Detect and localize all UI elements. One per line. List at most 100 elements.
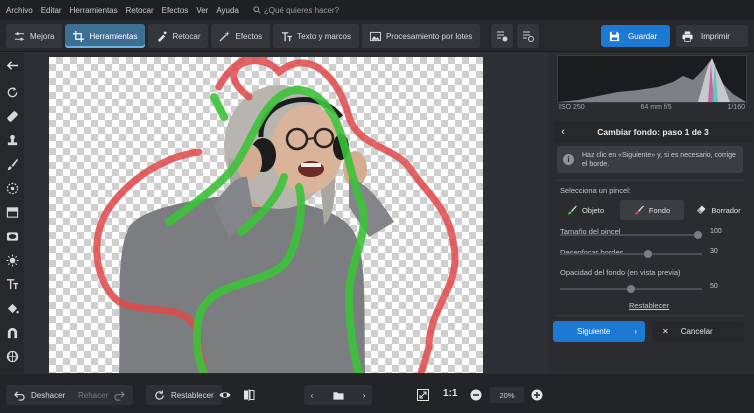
menu-ayuda[interactable]: Ayuda bbox=[216, 6, 239, 15]
compare-icon bbox=[244, 389, 255, 401]
info-icon: i bbox=[563, 154, 574, 165]
panel-back-button[interactable]: ‹ bbox=[553, 126, 573, 138]
brush-size-slider[interactable] bbox=[560, 231, 702, 239]
panel-title: Cambiar fondo: paso 1 de 3 bbox=[597, 127, 709, 137]
menu-archivo[interactable]: Archivo bbox=[6, 6, 33, 15]
folder-icon[interactable] bbox=[332, 390, 344, 401]
menu-search[interactable]: ¿Qué quieres hacer? bbox=[253, 6, 339, 15]
paint-bucket-icon bbox=[7, 303, 19, 313]
brush-select-label: Selecciona un pincel: bbox=[560, 186, 631, 195]
radial-icon bbox=[6, 182, 18, 194]
brush-tool[interactable] bbox=[3, 155, 21, 173]
add-to-queue-button[interactable] bbox=[491, 24, 513, 48]
bg-opacity-label: Opacidad del fondo (en vista previa) bbox=[560, 268, 681, 277]
clone-stamp-tool[interactable] bbox=[3, 131, 21, 149]
prev-image-button[interactable]: ‹ bbox=[311, 391, 314, 400]
zoom-out-icon bbox=[470, 389, 482, 401]
fill-tool[interactable] bbox=[3, 299, 21, 317]
history-button[interactable] bbox=[517, 24, 539, 48]
brush-eraser-label: Borrador bbox=[711, 205, 741, 215]
menu-ver[interactable]: Ver bbox=[196, 6, 208, 15]
zoom-value[interactable]: 20% bbox=[490, 387, 524, 403]
blur-edges-slider[interactable] bbox=[560, 250, 702, 258]
bg-opacity-slider[interactable] bbox=[560, 285, 702, 293]
vignette-tool[interactable] bbox=[3, 227, 21, 245]
brush-icon bbox=[7, 158, 18, 170]
zoom-in-button[interactable] bbox=[528, 385, 546, 405]
eraser-icon bbox=[697, 205, 706, 214]
menu-herramientas[interactable]: Herramientas bbox=[70, 6, 118, 15]
magic-wand-icon bbox=[219, 30, 231, 42]
tab-label: Herramientas bbox=[89, 31, 138, 41]
chevron-right-icon: › bbox=[634, 327, 637, 336]
compare-button[interactable] bbox=[240, 385, 258, 405]
menu-bar: Archivo Editar Herramientas Retocar Efec… bbox=[0, 0, 754, 20]
tab-procesamiento-lotes[interactable]: Procesamiento por lotes bbox=[361, 24, 481, 48]
light-tool[interactable] bbox=[3, 251, 21, 269]
exif-iso: ISO 250 bbox=[559, 104, 585, 111]
light-icon bbox=[5, 253, 19, 267]
tab-herramientas[interactable]: Herramientas bbox=[65, 24, 146, 48]
sliders-icon bbox=[14, 31, 25, 41]
reset-icon bbox=[155, 389, 164, 400]
list-clock-icon bbox=[523, 31, 534, 42]
main-toolbar: Mejora Herramientas Retocar Efectos Text… bbox=[0, 20, 754, 52]
save-button[interactable]: Guardar bbox=[601, 25, 670, 47]
text-tool[interactable] bbox=[3, 275, 21, 293]
gradient-icon bbox=[6, 206, 18, 218]
reset-label: Restablecer bbox=[171, 390, 214, 400]
batch-images-icon bbox=[369, 31, 381, 41]
histogram-graph bbox=[558, 58, 746, 102]
panel-reset-link[interactable]: Restablecer bbox=[629, 301, 669, 310]
fit-to-screen-button[interactable] bbox=[414, 385, 432, 405]
menu-editar[interactable]: Editar bbox=[41, 6, 62, 15]
menu-efectos[interactable]: Efectos bbox=[162, 6, 189, 15]
tab-retocar[interactable]: Retocar bbox=[148, 24, 209, 48]
reset-button[interactable]: Restablecer bbox=[146, 385, 222, 405]
tab-mejora[interactable]: Mejora bbox=[6, 24, 63, 48]
tab-texto-marcos[interactable]: Texto y marcos bbox=[273, 24, 359, 48]
zoom-out-button[interactable] bbox=[467, 385, 485, 405]
panel-header: ‹ Cambiar fondo: paso 1 de 3 bbox=[553, 121, 753, 143]
print-button[interactable]: Imprimir bbox=[676, 25, 748, 47]
next-button[interactable]: Siguiente › bbox=[553, 321, 645, 342]
brush-green-icon bbox=[567, 205, 577, 215]
rotate-tool[interactable] bbox=[3, 83, 21, 101]
hint-box: i Haz clic en «Siguiente» y, si es neces… bbox=[557, 146, 743, 173]
brush-background-button[interactable]: Fondo bbox=[620, 200, 684, 220]
slider-knob[interactable] bbox=[627, 285, 635, 293]
slider-knob[interactable] bbox=[694, 231, 702, 239]
undo-label: Deshacer bbox=[31, 390, 66, 400]
menu-retocar[interactable]: Retocar bbox=[126, 6, 154, 15]
actual-size-button[interactable]: 1:1 bbox=[443, 388, 457, 399]
gradient-filter-tool[interactable] bbox=[3, 203, 21, 221]
fit-screen-icon bbox=[417, 389, 429, 401]
preview-toggle-button[interactable] bbox=[216, 385, 234, 405]
brush-options: Objeto Fondo Borrador bbox=[557, 200, 747, 220]
slider-knob[interactable] bbox=[644, 250, 652, 258]
undo-button[interactable]: Deshacer bbox=[6, 385, 74, 405]
healing-tool[interactable] bbox=[3, 107, 21, 125]
magnet-tool[interactable] bbox=[3, 323, 21, 341]
hint-text: Haz clic en «Siguiente» y, si es necesar… bbox=[582, 151, 736, 168]
tab-label: Mejora bbox=[30, 31, 55, 41]
exif-lens: 64 mm f/5 bbox=[640, 104, 672, 111]
list-add-icon bbox=[497, 31, 508, 42]
brush-eraser-button[interactable]: Borrador bbox=[690, 200, 747, 220]
print-label: Imprimir bbox=[701, 31, 730, 41]
vignette-icon bbox=[6, 231, 18, 241]
cancel-button[interactable]: ✕ Cancelar bbox=[652, 321, 744, 342]
magnet-icon bbox=[7, 327, 17, 338]
next-image-button[interactable]: › bbox=[363, 391, 366, 400]
radial-filter-tool[interactable] bbox=[3, 179, 21, 197]
globe-tool[interactable] bbox=[3, 347, 21, 365]
exif-shutter: 1/160 bbox=[727, 104, 745, 111]
tab-efectos[interactable]: Efectos bbox=[211, 24, 271, 48]
save-label: Guardar bbox=[628, 31, 658, 41]
redo-button[interactable]: Rehacer bbox=[70, 385, 134, 405]
tab-label: Procesamiento por lotes bbox=[385, 31, 473, 41]
photo-canvas[interactable] bbox=[49, 57, 483, 373]
brush-object-button[interactable]: Objeto bbox=[557, 200, 614, 220]
divider bbox=[557, 180, 743, 181]
back-button[interactable] bbox=[3, 56, 21, 74]
